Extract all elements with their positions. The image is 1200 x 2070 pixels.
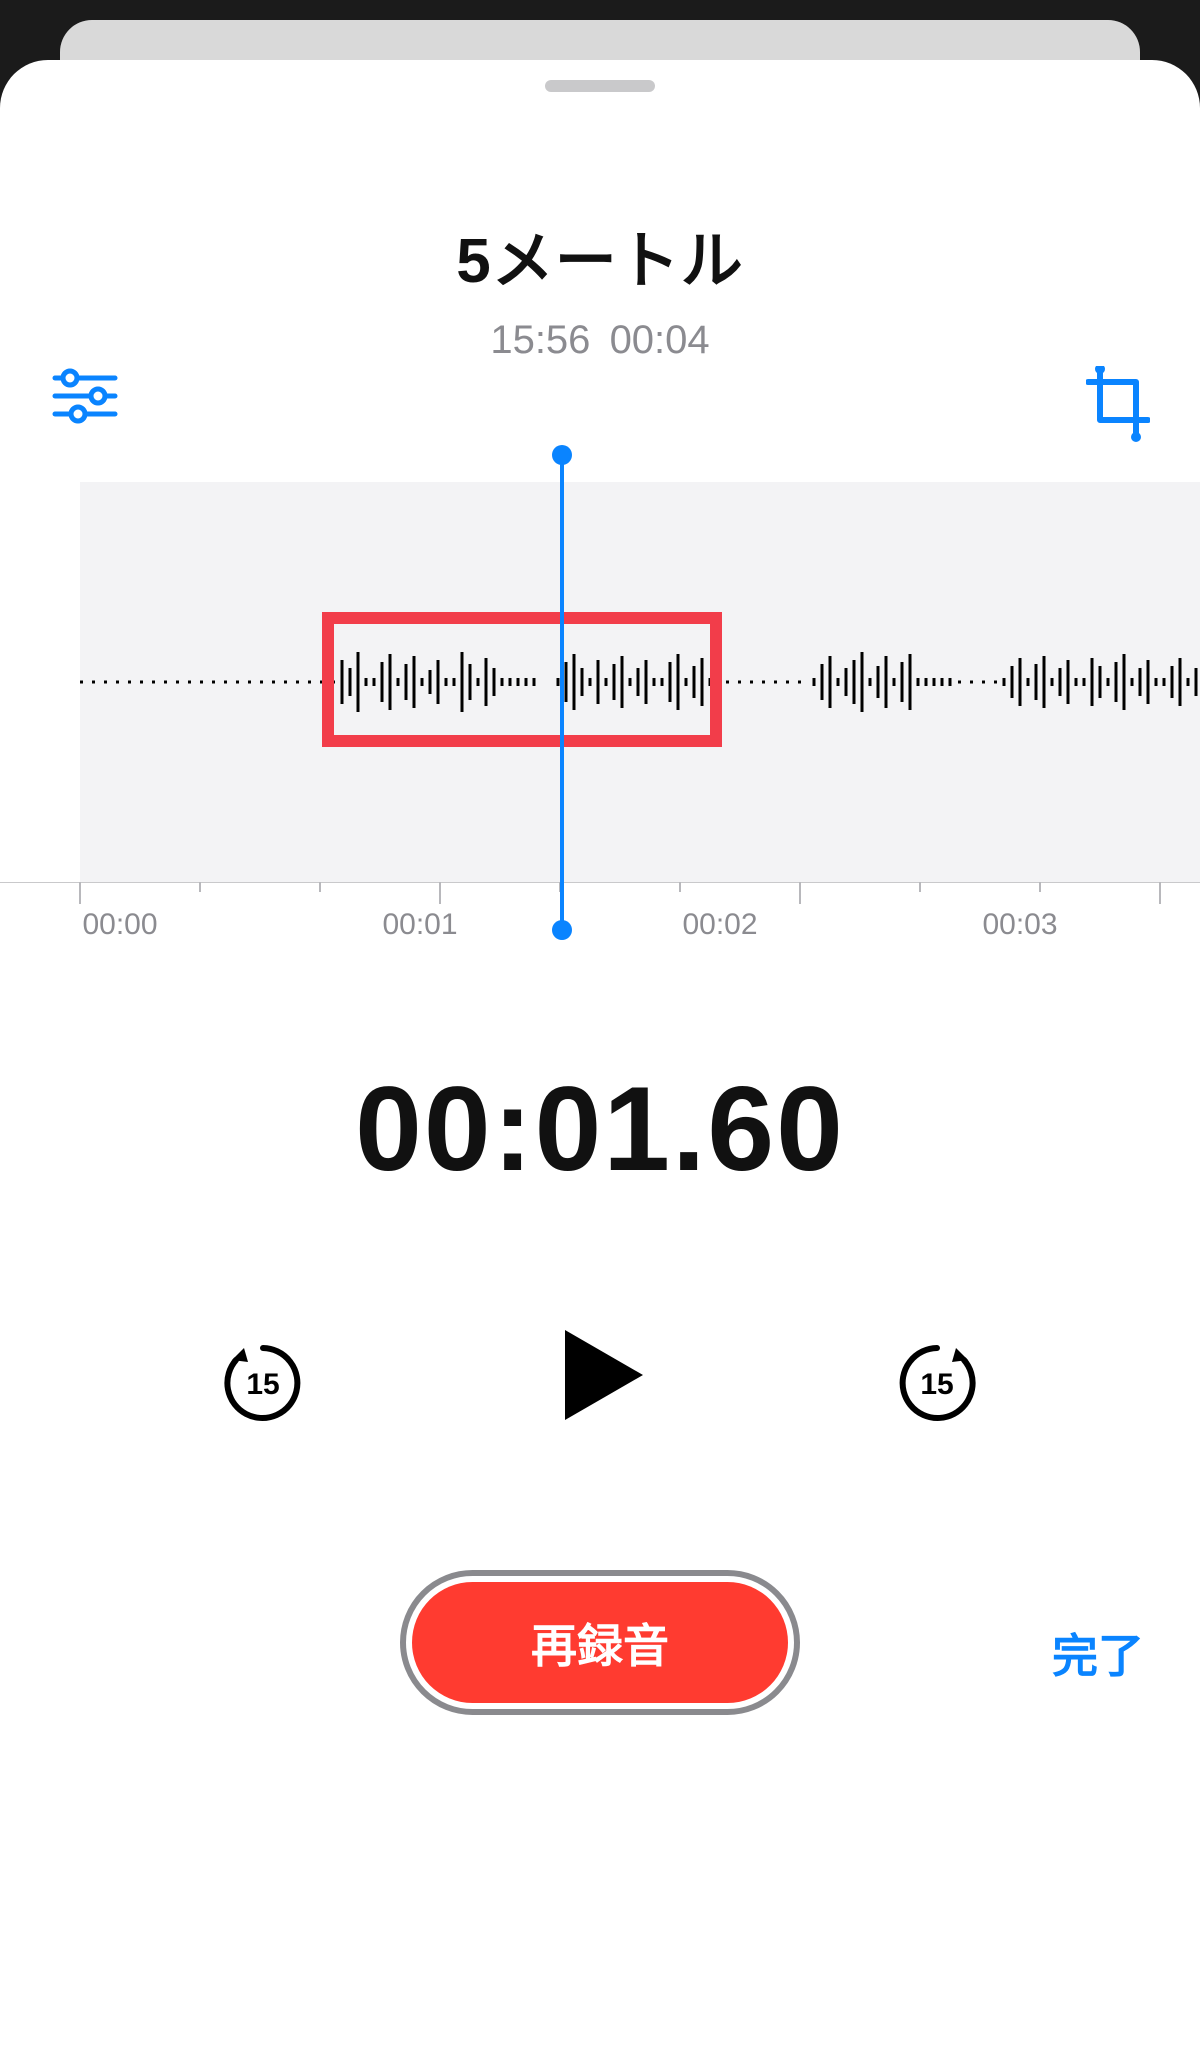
play-button[interactable] xyxy=(545,1320,655,1435)
meta-clock-time: 15:56 xyxy=(490,318,590,362)
ruler-label-1: 00:01 xyxy=(382,908,457,942)
skip-forward-15-icon: 15 xyxy=(894,1340,980,1426)
waveform-area[interactable] xyxy=(0,482,1200,882)
recording-subtitle: 15:56 00:04 xyxy=(0,318,1200,363)
ruler-label-0: 00:00 xyxy=(82,908,157,942)
playback-controls: 15 15 xyxy=(0,1310,1200,1450)
done-button[interactable]: 完了 xyxy=(1052,1620,1144,1686)
sheet-grabber[interactable] xyxy=(545,80,655,92)
filters-button[interactable] xyxy=(50,366,120,431)
crop-icon xyxy=(1086,366,1150,442)
svg-text:15: 15 xyxy=(246,1368,279,1401)
bottom-bar: 再録音 完了 xyxy=(0,1570,1200,1770)
current-time: 00:01.60 xyxy=(0,1060,1200,1198)
meta-duration: 00:04 xyxy=(610,318,710,362)
playhead[interactable] xyxy=(560,455,564,930)
time-ruler: 00:00 00:01 00:02 00:03 xyxy=(0,882,1200,962)
svg-text:15: 15 xyxy=(920,1368,953,1401)
recording-sheet: 5メートル 15:56 00:04 xyxy=(0,60,1200,2070)
crop-button[interactable] xyxy=(1086,366,1150,447)
ruler-label-3: 00:03 xyxy=(982,908,1057,942)
toolbar xyxy=(0,360,1200,450)
skip-back-15-icon: 15 xyxy=(220,1340,306,1426)
recording-title[interactable]: 5メートル xyxy=(0,210,1200,300)
rerecord-button[interactable]: 再録音 xyxy=(412,1582,788,1703)
rerecord-label: 再録音 xyxy=(531,1610,669,1676)
rerecord-button-frame: 再録音 xyxy=(400,1570,800,1715)
skip-forward-button[interactable]: 15 xyxy=(894,1340,980,1431)
ruler-label-2: 00:02 xyxy=(682,908,757,942)
skip-back-button[interactable]: 15 xyxy=(220,1340,306,1431)
highlight-annotation xyxy=(322,612,722,747)
play-icon xyxy=(545,1320,655,1430)
sliders-icon xyxy=(50,366,120,426)
title-block: 5メートル 15:56 00:04 xyxy=(0,210,1200,363)
